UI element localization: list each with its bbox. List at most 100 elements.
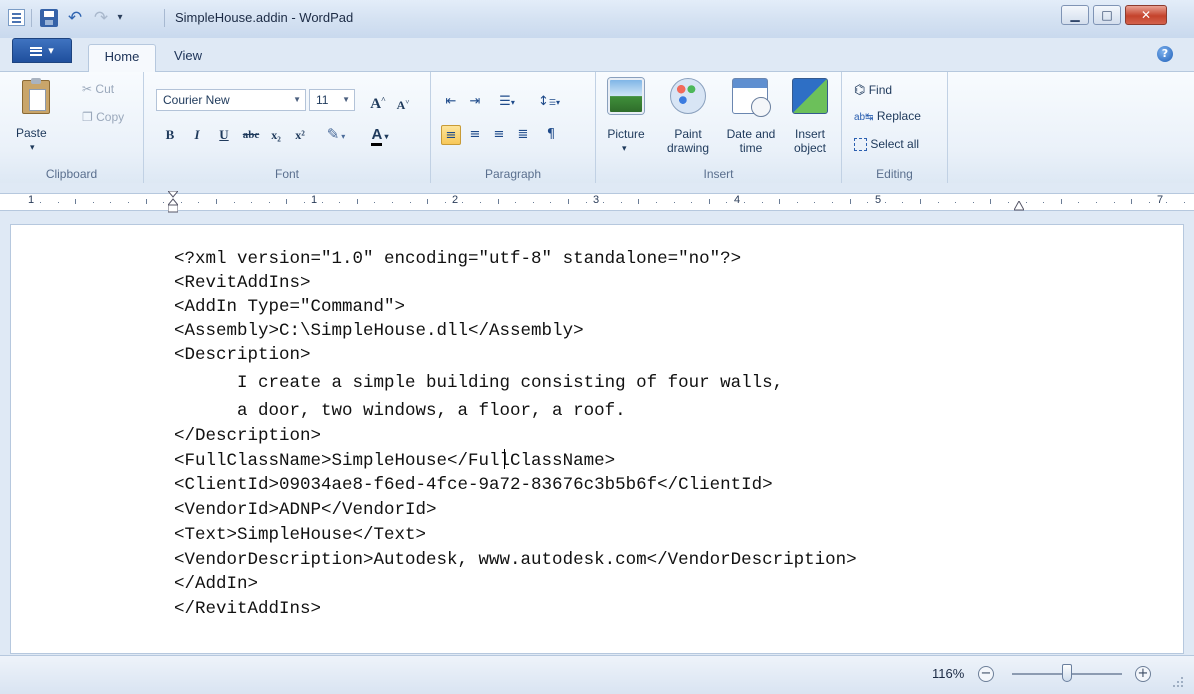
zoom-in-button[interactable]: + <box>1135 666 1151 682</box>
ruler-tick <box>75 199 76 204</box>
tab-home[interactable]: Home <box>88 44 156 72</box>
document-line[interactable]: <ClientId>09034ae8-f6ed-4fce-9a72-83676c… <box>174 473 773 497</box>
document-line[interactable]: <AddIn Type="Command"> <box>174 295 405 319</box>
document-line[interactable]: <RevitAddIns> <box>174 271 311 295</box>
minimize-button[interactable]: ▁ <box>1061 5 1089 25</box>
align-left-icon[interactable]: ≡ <box>441 125 461 145</box>
date-time-icon[interactable] <box>732 78 771 117</box>
ruler-tick <box>1061 199 1062 204</box>
wordpad-icon[interactable] <box>8 9 25 26</box>
picture-dropdown-icon[interactable]: ▾ <box>622 141 627 155</box>
superscript-button[interactable]: x² <box>290 124 310 146</box>
paint-palette-icon[interactable] <box>670 78 706 114</box>
document-line[interactable]: I create a simple building consisting of… <box>174 371 783 395</box>
document-line[interactable]: </AddIn> <box>174 572 258 596</box>
highlighter-icon: ✎ <box>326 127 340 143</box>
increase-indent-icon[interactable]: ⇥ <box>465 92 485 112</box>
copy-button[interactable]: ❐ Copy <box>82 110 124 124</box>
ruler-tick <box>744 202 745 203</box>
maximize-button[interactable]: □ <box>1093 5 1121 25</box>
text-color-icon: A <box>371 126 383 146</box>
ruler-tick <box>568 199 569 204</box>
picture-icon[interactable] <box>608 78 644 114</box>
zoom-slider-thumb[interactable] <box>1062 664 1072 682</box>
ruler[interactable]: 1 1 2 3 4 5 7 <box>0 183 1194 223</box>
paragraph-group-label: Paragraph <box>484 167 542 181</box>
insert-group-label: Insert <box>703 167 734 181</box>
save-icon[interactable] <box>40 9 58 27</box>
document-line[interactable]: <VendorDescription>Autodesk, www.autodes… <box>174 548 857 572</box>
ruler-tick <box>58 202 59 203</box>
document-editor[interactable]: <?xml version="1.0" encoding="utf-8" sta… <box>10 224 1184 654</box>
ruler-tick <box>339 202 340 203</box>
font-family-select[interactable]: Courier New ▼ <box>156 89 306 111</box>
document-line[interactable]: <FullClassName>SimpleHouse</FullClassNam… <box>174 449 615 473</box>
date-time-button[interactable]: Date and time <box>720 127 782 155</box>
ruler-tick <box>374 202 375 203</box>
redo-icon[interactable]: ↷ <box>92 9 110 27</box>
grow-font-button[interactable]: A˄ <box>367 89 389 112</box>
document-line[interactable]: <VendorId>ADNP</VendorId> <box>174 498 437 522</box>
help-icon[interactable]: ? <box>1157 46 1173 62</box>
picture-button[interactable]: Picture <box>602 127 650 141</box>
align-right-icon[interactable]: ≡ <box>489 125 509 145</box>
status-bar: 116% − + <box>0 655 1194 694</box>
insert-object-button[interactable]: Insert object <box>786 127 834 155</box>
document-line[interactable]: <Description> <box>174 343 311 367</box>
paste-icon[interactable] <box>22 78 50 114</box>
underline-button[interactable]: U <box>214 124 234 146</box>
bold-button[interactable]: B <box>160 124 180 146</box>
italic-button[interactable]: I <box>187 124 207 146</box>
cut-button[interactable]: ✂ Cut <box>82 82 114 96</box>
ruler-tick <box>322 202 323 203</box>
highlight-button[interactable]: ✎ ▾ <box>316 124 356 146</box>
zoom-level[interactable]: 116% <box>932 666 964 681</box>
document-line[interactable]: </Description> <box>174 424 321 448</box>
decrease-indent-icon[interactable]: ⇤ <box>441 92 461 112</box>
ruler-number: 7 <box>1156 194 1164 206</box>
grow-font-label: A <box>370 96 382 112</box>
ruler-tick <box>902 202 903 203</box>
insert-object-icon[interactable] <box>792 78 828 114</box>
zoom-out-button[interactable]: − <box>978 666 994 682</box>
ruler-tick <box>762 202 763 203</box>
application-menu-button[interactable]: ▾ <box>12 38 72 63</box>
undo-icon[interactable]: ↶ <box>66 9 84 27</box>
resize-grip-icon[interactable] <box>1172 676 1184 688</box>
ruler-tick <box>973 202 974 203</box>
replace-button[interactable]: ab↹ Replace <box>854 109 921 123</box>
scissors-icon: ✂ <box>82 82 93 96</box>
document-line[interactable]: <Assembly>C:\SimpleHouse.dll</Assembly> <box>174 319 584 343</box>
document-line[interactable]: <Text>SimpleHouse</Text> <box>174 523 426 547</box>
justify-icon[interactable]: ≣ <box>513 125 533 145</box>
ruler-number: 2 <box>451 194 459 206</box>
close-button[interactable]: ✕ <box>1125 5 1167 25</box>
paste-dropdown-icon[interactable]: ▾ <box>30 142 35 153</box>
ruler-tick <box>691 202 692 203</box>
ruler-tick <box>1166 202 1167 203</box>
bullet-list-icon[interactable]: ☰▾ <box>489 92 525 112</box>
select-all-button[interactable]: Select all <box>854 137 919 152</box>
tab-view[interactable]: View <box>168 44 208 72</box>
ruler-tick <box>462 202 463 203</box>
text-color-button[interactable]: A ▾ <box>360 124 400 146</box>
document-line[interactable]: <?xml version="1.0" encoding="utf-8" sta… <box>174 247 741 271</box>
clipboard-group-label: Clipboard <box>45 167 98 181</box>
subscript-button[interactable]: x₂ <box>266 124 286 146</box>
left-indent-marker[interactable] <box>168 191 178 213</box>
document-line[interactable]: a door, two windows, a floor, a roof. <box>174 399 626 423</box>
paragraph-settings-icon[interactable]: ¶ <box>541 125 561 145</box>
align-center-icon[interactable]: ≡ <box>465 125 485 145</box>
customize-dropdown-icon[interactable]: ▾ <box>114 9 126 27</box>
font-size-select[interactable]: 11 ▼ <box>309 89 355 111</box>
paste-button[interactable]: Paste <box>16 126 47 140</box>
right-indent-marker[interactable] <box>1014 201 1024 211</box>
line-spacing-icon[interactable]: ↕☰▾ <box>531 92 567 112</box>
strikethrough-button[interactable]: abc <box>238 124 264 146</box>
shrink-font-button[interactable]: A˅ <box>393 91 413 113</box>
ruler-tick <box>1078 202 1079 203</box>
paint-drawing-button[interactable]: Paint drawing <box>660 127 716 155</box>
find-button[interactable]: ⌬ Find <box>854 82 892 98</box>
ruler-tick <box>357 199 358 204</box>
document-line[interactable]: </RevitAddIns> <box>174 597 321 621</box>
